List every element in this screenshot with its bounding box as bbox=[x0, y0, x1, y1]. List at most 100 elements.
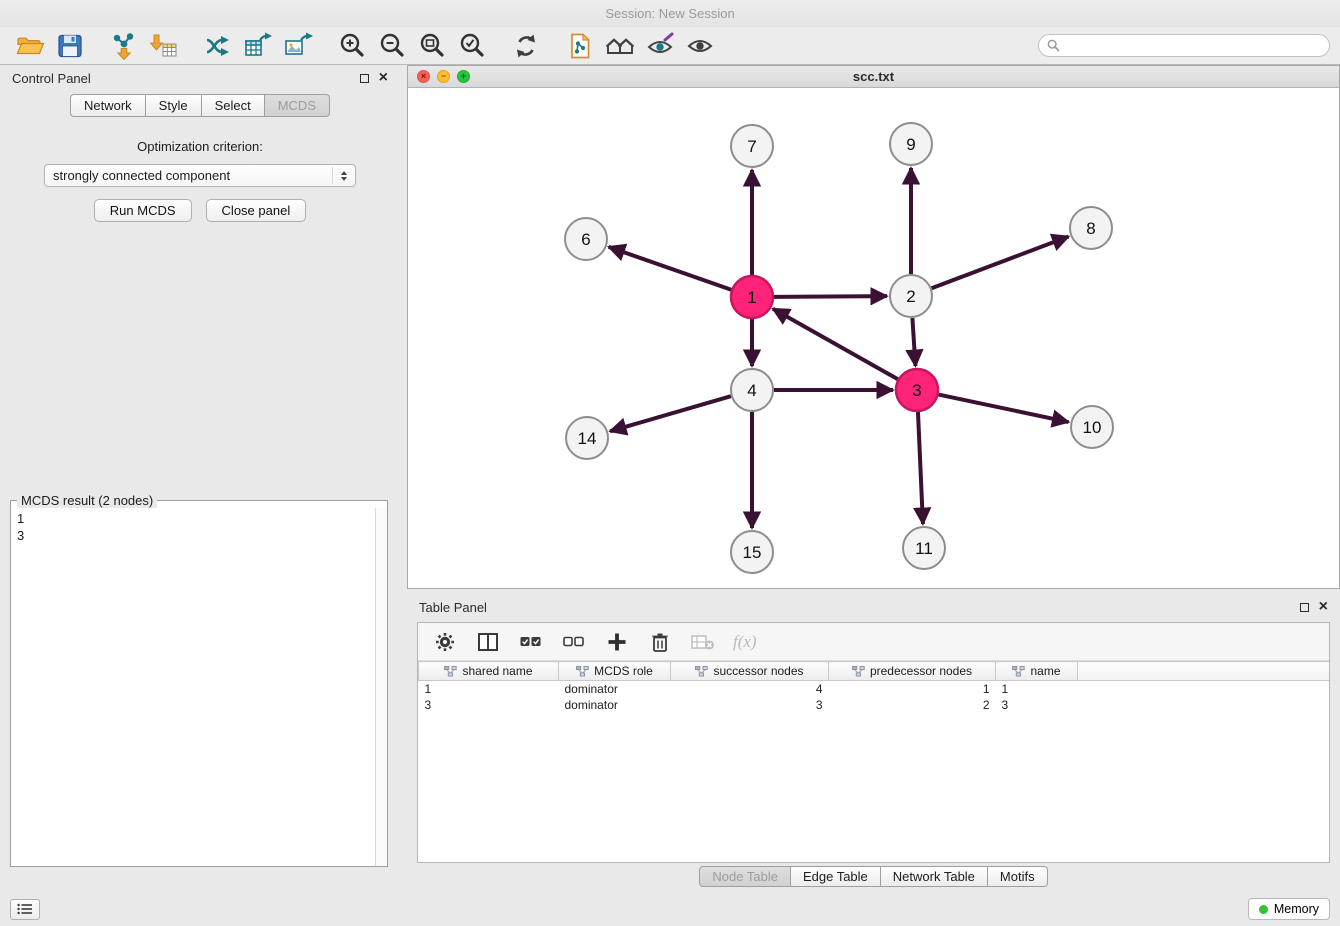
edge-4-14[interactable] bbox=[610, 396, 731, 431]
open-session-button[interactable] bbox=[10, 29, 50, 63]
import-table-button[interactable] bbox=[144, 29, 184, 63]
close-panel-icon[interactable]: × bbox=[379, 72, 388, 84]
tab-style[interactable]: Style bbox=[146, 94, 202, 117]
node-label: 6 bbox=[581, 230, 590, 249]
table-cell[interactable]: 3 bbox=[419, 697, 559, 713]
table-tab-motifs[interactable]: Motifs bbox=[988, 866, 1048, 887]
eye-icon bbox=[685, 31, 715, 61]
export-table-button[interactable] bbox=[238, 29, 278, 63]
zoom-out-button[interactable] bbox=[372, 29, 412, 63]
table-cell[interactable]: 1 bbox=[829, 681, 996, 697]
column-header-MCDS-role[interactable]: MCDS role bbox=[559, 662, 671, 681]
add-column-button[interactable] bbox=[604, 629, 630, 655]
node-3[interactable]: 3 bbox=[896, 369, 938, 411]
table-cell[interactable]: 3 bbox=[996, 697, 1078, 713]
table-tab-edge-table[interactable]: Edge Table bbox=[791, 866, 881, 887]
table-cell[interactable]: 3 bbox=[671, 697, 829, 713]
memory-button[interactable]: Memory bbox=[1248, 898, 1330, 920]
show-hide-button[interactable] bbox=[680, 29, 720, 63]
import-network-button[interactable] bbox=[104, 29, 144, 63]
column-header-label: successor nodes bbox=[713, 664, 803, 678]
zoom-fit-button[interactable] bbox=[412, 29, 452, 63]
node-15[interactable]: 15 bbox=[731, 531, 773, 573]
delete-row-button[interactable] bbox=[647, 629, 673, 655]
tab-select[interactable]: Select bbox=[202, 94, 265, 117]
column-header-predecessor-nodes[interactable]: predecessor nodes bbox=[829, 662, 996, 681]
save-session-button[interactable] bbox=[50, 29, 90, 63]
export-network-button[interactable] bbox=[198, 29, 238, 63]
network-canvas[interactable]: 7 9 6 8 1 2 4 3 14 10 15 11 bbox=[408, 88, 1339, 588]
mcds-result-text: 13 bbox=[11, 508, 387, 546]
run-mcds-button[interactable]: Run MCDS bbox=[94, 199, 192, 222]
network-document-icon bbox=[565, 31, 595, 61]
table-row[interactable]: 3dominator323 bbox=[419, 697, 1330, 713]
node-label: 9 bbox=[906, 135, 915, 154]
table-cell[interactable]: 1 bbox=[419, 681, 559, 697]
panel-selector-button[interactable] bbox=[10, 899, 40, 920]
column-header-shared-name[interactable]: shared name bbox=[419, 662, 559, 681]
column-header-name[interactable]: name bbox=[996, 662, 1078, 681]
edge-3-10[interactable] bbox=[939, 395, 1069, 422]
table-row[interactable]: 1dominator411 bbox=[419, 681, 1330, 697]
delete-column-icon bbox=[691, 633, 715, 651]
close-panel-button[interactable]: Close panel bbox=[206, 199, 307, 222]
mcds-result-title: MCDS result (2 nodes) bbox=[17, 493, 157, 508]
table-cell[interactable]: 4 bbox=[671, 681, 829, 697]
panel-splitter[interactable] bbox=[400, 65, 407, 892]
node-14[interactable]: 14 bbox=[566, 417, 608, 459]
zoom-selected-button[interactable] bbox=[452, 29, 492, 63]
export-web-button[interactable] bbox=[560, 29, 600, 63]
tab-mcds[interactable]: MCDS bbox=[265, 94, 330, 117]
window-zoom-button[interactable]: + bbox=[457, 70, 470, 83]
select-all-button[interactable] bbox=[518, 629, 544, 655]
table-cell[interactable]: 1 bbox=[996, 681, 1078, 697]
close-table-panel-icon[interactable]: × bbox=[1319, 601, 1328, 613]
edge-2-8[interactable] bbox=[932, 236, 1069, 288]
function-builder-icon[interactable]: f(x) bbox=[733, 632, 757, 652]
table-tabs: Node TableEdge TableNetwork TableMotifs bbox=[407, 866, 1340, 892]
network-window-titlebar[interactable]: × − + scc.txt bbox=[408, 66, 1339, 88]
node-6[interactable]: 6 bbox=[565, 218, 607, 260]
float-table-panel-icon[interactable] bbox=[1300, 603, 1309, 612]
export-image-button[interactable] bbox=[278, 29, 318, 63]
control-panel: Control Panel × NetworkStyleSelectMCDS O… bbox=[0, 65, 400, 892]
deselect-all-button[interactable] bbox=[561, 629, 587, 655]
node-2[interactable]: 2 bbox=[890, 275, 932, 317]
edge-1-6[interactable] bbox=[609, 247, 732, 290]
tab-network[interactable]: Network bbox=[70, 94, 146, 117]
home-button[interactable] bbox=[600, 29, 640, 63]
save-icon bbox=[55, 31, 85, 61]
table-cell[interactable]: dominator bbox=[559, 697, 671, 713]
table-settings-button[interactable] bbox=[432, 629, 458, 655]
node-4[interactable]: 4 bbox=[731, 369, 773, 411]
table-cell[interactable]: dominator bbox=[559, 681, 671, 697]
node-8[interactable]: 8 bbox=[1070, 207, 1112, 249]
search-input[interactable] bbox=[1065, 38, 1321, 53]
apply-layout-button[interactable] bbox=[506, 29, 546, 63]
float-panel-icon[interactable] bbox=[360, 74, 369, 83]
control-panel-tabs: NetworkStyleSelectMCDS bbox=[0, 94, 400, 117]
table-tab-node-table[interactable]: Node Table bbox=[699, 866, 791, 887]
window-close-button[interactable]: × bbox=[417, 70, 430, 83]
node-10[interactable]: 10 bbox=[1071, 406, 1113, 448]
show-column-button[interactable] bbox=[475, 629, 501, 655]
window-minimize-button[interactable]: − bbox=[437, 70, 450, 83]
result-scrollbar[interactable] bbox=[375, 508, 387, 866]
node-9[interactable]: 9 bbox=[890, 123, 932, 165]
edge-2-3[interactable] bbox=[912, 318, 915, 366]
graphics-details-button[interactable] bbox=[640, 29, 680, 63]
zoom-in-button[interactable] bbox=[332, 29, 372, 63]
node-1[interactable]: 1 bbox=[731, 276, 773, 318]
node-11[interactable]: 11 bbox=[903, 527, 945, 569]
edge-1-2[interactable] bbox=[774, 296, 887, 297]
table-cell[interactable]: 2 bbox=[829, 697, 996, 713]
optimization-dropdown[interactable]: strongly connected component bbox=[44, 164, 356, 187]
mcds-panel: Optimization criterion: strongly connect… bbox=[0, 117, 400, 892]
table-tab-network-table[interactable]: Network Table bbox=[881, 866, 988, 887]
search-box[interactable] bbox=[1038, 34, 1330, 57]
edge-3-11[interactable] bbox=[918, 412, 923, 524]
edge-3-1[interactable] bbox=[773, 309, 898, 379]
column-header-successor-nodes[interactable]: successor nodes bbox=[671, 662, 829, 681]
delete-column-button[interactable] bbox=[690, 629, 716, 655]
node-7[interactable]: 7 bbox=[731, 125, 773, 167]
